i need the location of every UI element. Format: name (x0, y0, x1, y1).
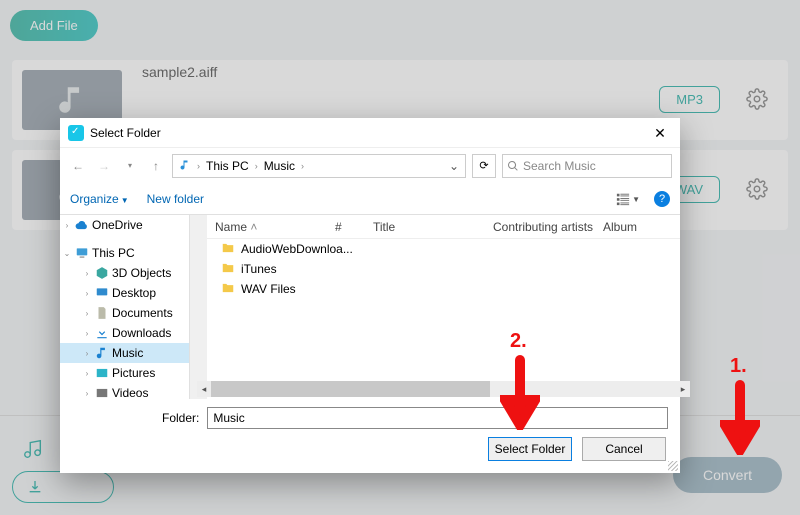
folder-field-row: Folder: (60, 399, 680, 437)
column-album[interactable]: Album (603, 220, 663, 234)
folder-name-input[interactable] (207, 407, 668, 429)
list-header: Name # Title Contributing artists Album (207, 215, 680, 239)
tree-item-documents[interactable]: ›Documents (60, 303, 189, 323)
scroll-right-icon[interactable]: ▸ (676, 381, 690, 397)
list-item[interactable]: WAV Files (207, 279, 680, 299)
folder-label: Folder: (162, 411, 199, 425)
cancel-button[interactable]: Cancel (582, 437, 666, 461)
list-item[interactable]: iTunes (207, 259, 680, 279)
breadcrumb[interactable]: Music (264, 159, 295, 173)
refresh-button[interactable]: ⟳ (472, 154, 496, 178)
column-num[interactable]: # (335, 220, 373, 234)
folder-icon (221, 261, 235, 278)
app-logo-icon (68, 125, 84, 141)
navigation-tree: ›OneDrive ⌄This PC ›3D Objects ›Desktop … (60, 215, 190, 399)
tree-item-videos[interactable]: ›Videos (60, 383, 189, 399)
download-icon (95, 326, 109, 340)
scroll-left-icon[interactable]: ◂ (197, 381, 211, 397)
folder-icon (221, 241, 235, 258)
nav-bar: ← → ▾ ↑ › This PC › Music › ⌄ ⟳ Search M… (60, 148, 680, 184)
tree-item-onedrive[interactable]: ›OneDrive (60, 215, 189, 235)
search-input[interactable]: Search Music (502, 154, 672, 178)
search-icon (507, 160, 519, 172)
address-dropdown[interactable]: ⌄ (449, 159, 459, 173)
chevron-right-icon[interactable]: › (301, 161, 304, 171)
help-icon[interactable]: ? (654, 191, 670, 207)
tree-item-3dobjects[interactable]: ›3D Objects (60, 263, 189, 283)
tree-item-music[interactable]: ›Music (60, 343, 189, 363)
dialog-title: Select Folder (90, 126, 161, 140)
chevron-right-icon[interactable]: › (255, 161, 258, 171)
file-list: Name # Title Contributing artists Album … (207, 215, 680, 399)
cube-icon (95, 266, 109, 280)
column-contrib[interactable]: Contributing artists (493, 220, 603, 234)
tree-item-pictures[interactable]: ›Pictures (60, 363, 189, 383)
address-bar[interactable]: › This PC › Music › ⌄ (172, 154, 466, 178)
scrollbar-thumb[interactable] (211, 381, 490, 397)
desktop-icon (95, 286, 109, 300)
new-folder-button[interactable]: New folder (147, 192, 204, 206)
up-button[interactable]: ↑ (146, 156, 166, 176)
pc-icon (75, 246, 89, 260)
tree-item-thispc[interactable]: ⌄This PC (60, 243, 189, 263)
toolbar: Organize▼ New folder ▼ ? (60, 184, 680, 214)
tree-item-desktop[interactable]: ›Desktop (60, 283, 189, 303)
dialog-titlebar: Select Folder ✕ (60, 118, 680, 148)
chevron-down-icon: ▼ (632, 195, 640, 204)
breadcrumb[interactable]: This PC (206, 159, 249, 173)
column-name[interactable]: Name (215, 220, 335, 234)
close-icon[interactable]: ✕ (648, 121, 672, 145)
music-folder-icon (179, 159, 191, 174)
list-item[interactable]: AudioWebDownloa... (207, 239, 680, 259)
organize-menu[interactable]: Organize▼ (70, 192, 129, 206)
tree-item-downloads[interactable]: ›Downloads (60, 323, 189, 343)
music-icon (95, 346, 109, 360)
chevron-down-icon: ▼ (121, 196, 129, 205)
view-options[interactable]: ▼ (612, 190, 644, 208)
back-button[interactable]: ← (68, 156, 88, 176)
chevron-right-icon[interactable]: › (197, 161, 200, 171)
select-folder-button[interactable]: Select Folder (488, 437, 572, 461)
resize-grip[interactable] (668, 461, 678, 471)
cloud-icon (75, 218, 89, 232)
search-placeholder: Search Music (523, 159, 596, 173)
view-list-icon (616, 192, 630, 206)
folder-icon (221, 281, 235, 298)
column-title[interactable]: Title (373, 220, 493, 234)
pictures-icon (95, 366, 109, 380)
recent-dropdown[interactable]: ▾ (120, 156, 140, 176)
videos-icon (95, 386, 109, 399)
select-folder-dialog: Select Folder ✕ ← → ▾ ↑ › This PC › Musi… (60, 118, 680, 473)
documents-icon (95, 306, 109, 320)
tree-scrollbar[interactable] (190, 215, 207, 399)
horizontal-scrollbar[interactable]: ◂ ▸ (211, 381, 676, 397)
forward-button: → (94, 156, 114, 176)
